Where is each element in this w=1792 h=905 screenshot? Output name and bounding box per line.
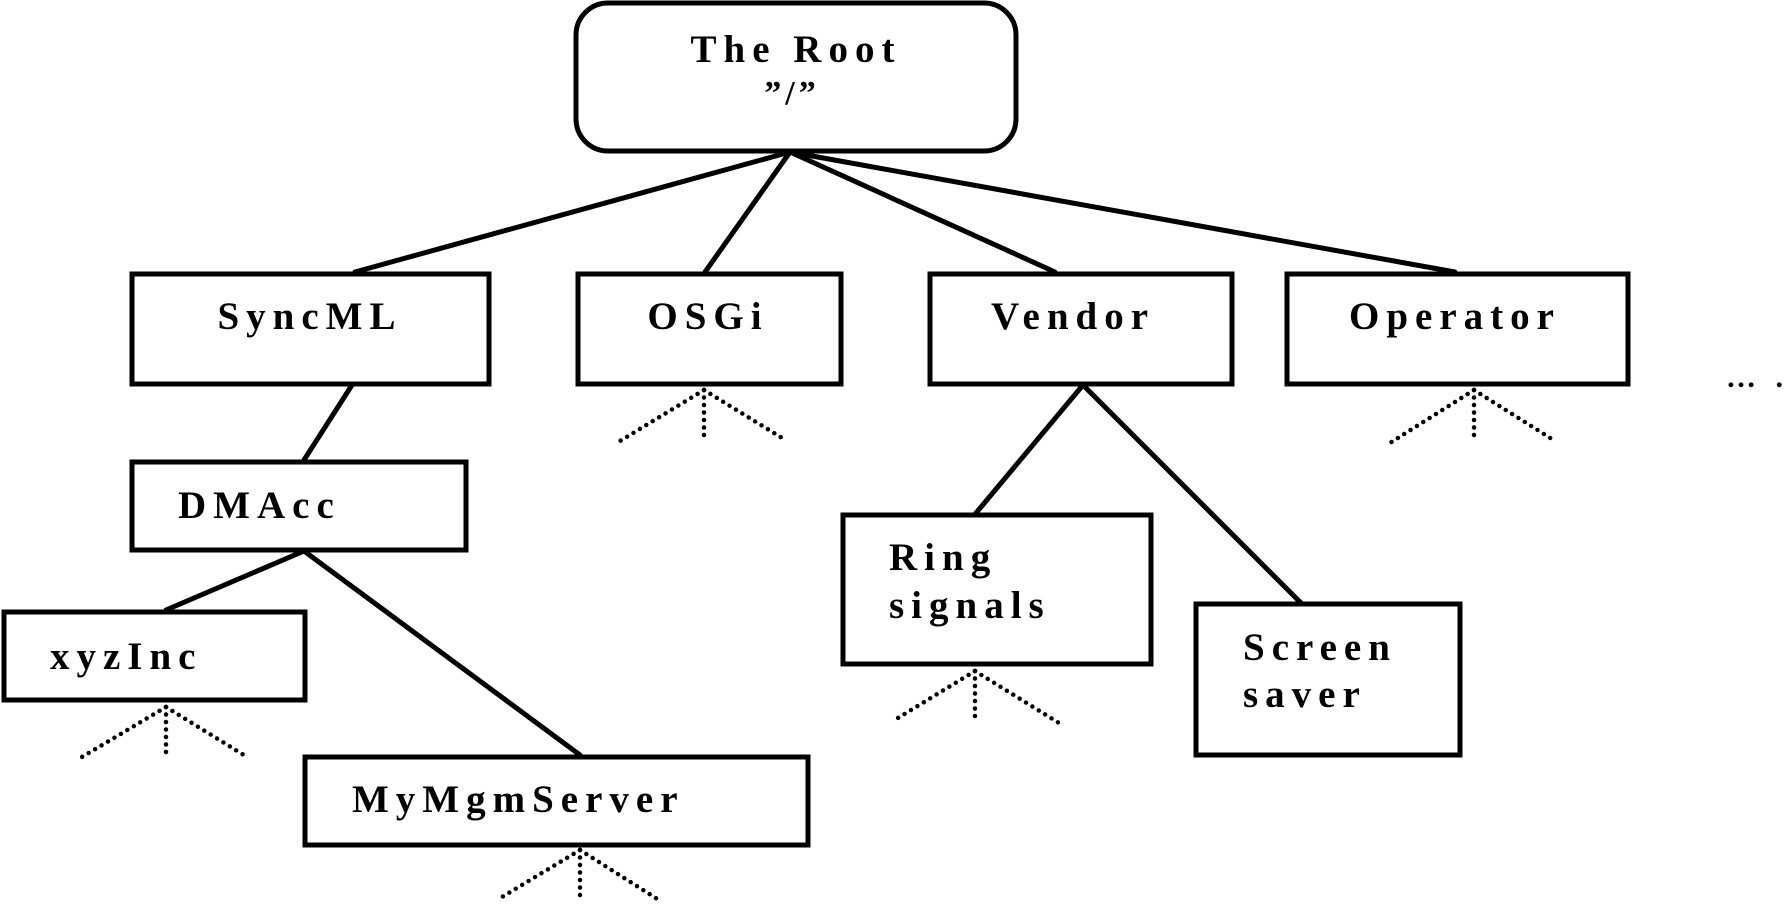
node-root-path-label: ”/” (764, 75, 819, 112)
edge-root-syncml (352, 149, 793, 275)
node-screen-saver: Screen saver (1193, 601, 1463, 758)
edge-syncml-dmacc (301, 382, 355, 463)
node-root: The Root ”/” (573, 0, 1019, 154)
node-root-label: The Root (691, 28, 902, 71)
node-mymgmserver: MyMgmServer (302, 754, 811, 848)
node-ring-signals: Ring signals (840, 512, 1154, 667)
edge-root-operator (787, 149, 1458, 275)
node-osgi: OSGi (575, 271, 844, 387)
edge-dmacc-xyzinc (163, 548, 307, 613)
node-ring-signals-label-line2: signals (889, 584, 1051, 627)
ring-signals-children-fan (890, 668, 1062, 726)
node-vendor-label: Vendor (991, 295, 1155, 338)
node-mymgmserver-label: MyMgmServer (352, 778, 685, 821)
osgi-children-fan (617, 387, 790, 444)
tree-diagram: The Root ”/” SyncML OSGi Vendor Operator… (1, 0, 1789, 905)
node-ring-signals-label-line1: Ring (889, 536, 997, 579)
node-screen-saver-label-line1: Screen (1243, 626, 1397, 669)
mymgmserver-children-fan (494, 847, 665, 905)
node-syncml: SyncML (129, 271, 492, 387)
node-osgi-label: OSGi (647, 295, 768, 338)
node-vendor: Vendor (927, 271, 1235, 387)
node-xyzinc-label: xyzInc (50, 635, 203, 678)
edge-root-vendor (787, 149, 1058, 275)
more-siblings-ellipsis: … . (1726, 361, 1789, 394)
node-xyzinc: xyzInc (1, 609, 308, 703)
operator-children-fan (1387, 387, 1558, 446)
node-screen-saver-label-line2: saver (1243, 673, 1367, 716)
node-operator: Operator (1284, 271, 1631, 387)
xyzinc-children-fan (79, 704, 250, 760)
node-dmacc: DMAcc (129, 459, 469, 553)
node-dmacc-label: DMAcc (178, 484, 341, 527)
edge-dmacc-mymgmserver (301, 548, 583, 758)
node-operator-label: Operator (1349, 295, 1561, 338)
edge-vendor-ring-signals (973, 382, 1086, 516)
node-syncml-label: SyncML (217, 295, 402, 338)
